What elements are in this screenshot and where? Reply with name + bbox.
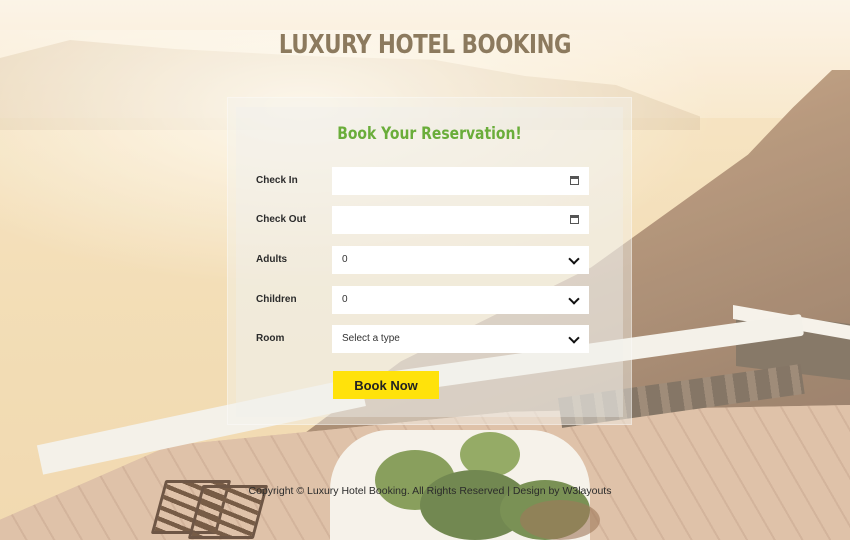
chevron-down-icon (568, 253, 580, 265)
adults-value: 0 (342, 254, 348, 265)
book-now-button[interactable]: Book Now (333, 371, 439, 399)
children-select[interactable]: 0 (332, 286, 589, 314)
chevron-down-icon (568, 293, 580, 305)
check-out-row: Check Out (256, 206, 596, 234)
room-value: Select a type (342, 333, 400, 344)
children-row: Children 0 (256, 286, 596, 314)
calendar-icon[interactable] (570, 215, 579, 224)
check-in-label: Check In (256, 175, 298, 186)
room-label: Room (256, 333, 285, 344)
room-row: Room Select a type (256, 325, 596, 353)
check-out-label: Check Out (256, 214, 307, 225)
reservation-heading: Book Your Reservation! (337, 124, 522, 144)
adults-select[interactable]: 0 (332, 246, 589, 274)
check-in-row: Check In (256, 167, 596, 195)
children-value: 0 (342, 294, 348, 305)
page-title: LUXURY HOTEL BOOKING (278, 30, 572, 60)
check-out-input[interactable] (332, 206, 589, 234)
footer-copyright: Copyright © Luxury Hotel Booking. All Ri… (248, 485, 612, 497)
calendar-icon[interactable] (570, 176, 579, 185)
room-select[interactable]: Select a type (332, 325, 589, 353)
children-label: Children (256, 294, 297, 305)
adults-label: Adults (256, 254, 288, 265)
check-in-input[interactable] (332, 167, 589, 195)
adults-row: Adults 0 (256, 246, 596, 274)
chevron-down-icon (568, 332, 580, 344)
